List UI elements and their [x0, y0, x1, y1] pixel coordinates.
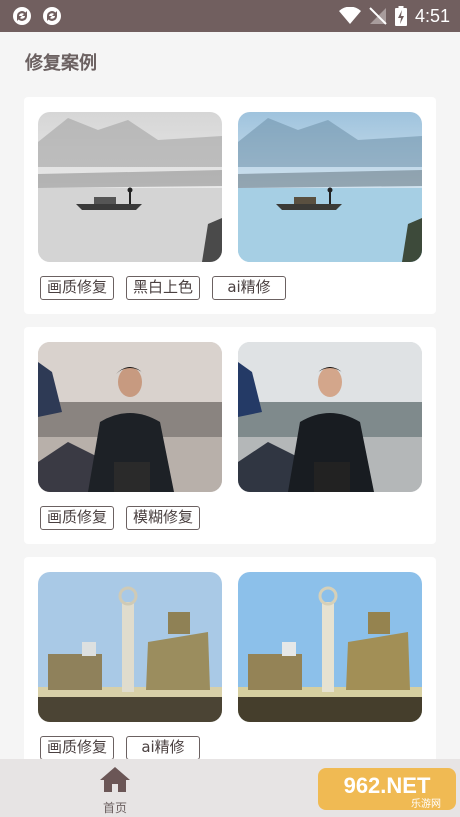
battery-charging-icon [394, 6, 407, 26]
sync-icon [13, 7, 31, 25]
tag-blur-repair[interactable]: 模糊修复 [126, 506, 200, 530]
tag-ai-refine[interactable]: ai精修 [126, 736, 200, 760]
svg-text:962.NET: 962.NET [344, 773, 431, 798]
tag-ai-refine[interactable]: ai精修 [212, 276, 286, 300]
case-card[interactable]: 画质修复 模糊修复 [24, 327, 436, 544]
tab-home[interactable]: 首页 [92, 765, 138, 816]
home-icon [100, 767, 130, 792]
before-image[interactable] [38, 342, 222, 492]
notification-icons [12, 6, 62, 26]
tag-list: 画质修复 黑白上色 ai精修 [40, 276, 286, 300]
tag-quality-repair[interactable]: 画质修复 [40, 506, 114, 530]
after-image[interactable] [238, 572, 422, 722]
tag-list: 画质修复 ai精修 [40, 736, 200, 760]
tag-quality-repair[interactable]: 画质修复 [40, 736, 114, 760]
tab-home-label: 首页 [102, 801, 127, 815]
before-image[interactable] [38, 112, 222, 262]
wifi-icon [338, 7, 361, 24]
after-image[interactable] [238, 342, 422, 492]
before-image[interactable] [38, 572, 222, 722]
svg-text:乐游网: 乐游网 [411, 797, 441, 810]
page-title: 修复案例 [25, 53, 97, 74]
system-icons: 4:51 [338, 4, 450, 28]
case-card[interactable]: 画质修复 黑白上色 ai精修 [24, 97, 436, 314]
tag-list: 画质修复 模糊修复 [40, 506, 200, 530]
case-card[interactable]: 画质修复 ai精修 [24, 557, 436, 774]
after-image[interactable] [238, 112, 422, 262]
watermark-logo: 962.NET 乐游网 [318, 768, 456, 810]
clock: 4:51 [414, 6, 450, 26]
tag-quality-repair[interactable]: 画质修复 [40, 276, 114, 300]
tag-colorize[interactable]: 黑白上色 [126, 276, 200, 300]
sync-icon [43, 7, 61, 25]
status-bar: 4:51 [0, 0, 460, 32]
no-signal-icon [369, 7, 387, 25]
